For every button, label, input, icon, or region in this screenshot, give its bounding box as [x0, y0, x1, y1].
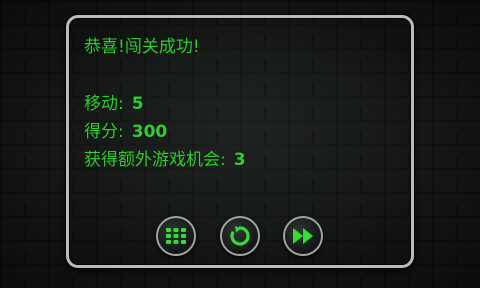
level-menu-button[interactable]	[156, 216, 196, 256]
score-label: 得分:	[84, 122, 124, 142]
score-value: 300	[131, 122, 168, 142]
moves-row: 移动: 5	[84, 94, 144, 114]
restart-icon	[230, 226, 250, 246]
retry-button[interactable]	[220, 216, 260, 256]
score-row: 得分: 300	[84, 122, 167, 142]
extra-chances-row: 获得额外游戏机会: 3	[84, 150, 246, 170]
moves-label: 移动:	[84, 94, 124, 114]
extra-chances-label: 获得额外游戏机会:	[84, 150, 226, 170]
fast-forward-icon	[293, 228, 313, 244]
grid-menu-icon	[166, 228, 186, 244]
moves-value: 5	[131, 94, 144, 114]
level-complete-dialog: 恭喜!闯关成功! 移动: 5 得分: 300 获得额外游戏机会: 3	[66, 15, 414, 268]
brick-wall-background: 恭喜!闯关成功! 移动: 5 得分: 300 获得额外游戏机会: 3	[0, 0, 480, 288]
next-level-button[interactable]	[283, 216, 323, 256]
extra-chances-value: 3	[233, 150, 246, 170]
success-message: 恭喜!闯关成功!	[84, 37, 200, 57]
